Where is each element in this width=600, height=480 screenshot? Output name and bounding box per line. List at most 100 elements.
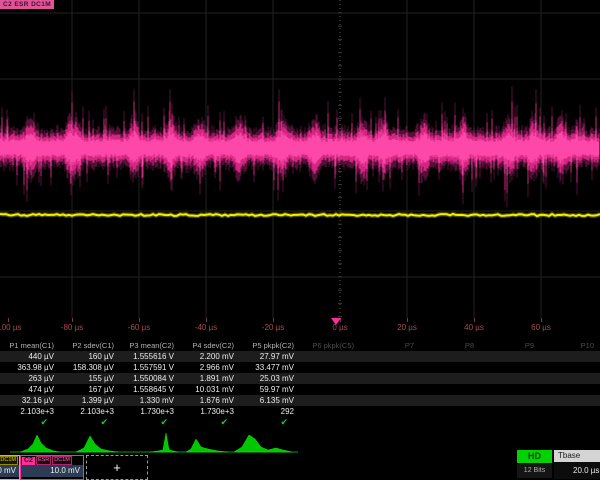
measure-value xyxy=(360,384,420,395)
trigger-marker-icon[interactable] xyxy=(331,318,341,325)
measure-value: 1.730e+3 xyxy=(180,406,240,417)
time-axis-label: -20 µs xyxy=(262,323,284,332)
measure-value xyxy=(360,406,420,417)
time-axis-label: -60 µs xyxy=(128,323,150,332)
measure-row: 263 µV155 µV1.550084 V1.891 mV25.03 mV xyxy=(0,373,600,384)
oscilloscope-screen: C2 ESR DC1M -100 µs-80 µs-60 µs-40 µs-20… xyxy=(0,0,600,480)
time-axis-label: 20 µs xyxy=(397,323,417,332)
measure-table: P1 mean(C1)P2 sdev(C1)P3 mean(C2)P4 sdev… xyxy=(0,340,600,428)
time-axis-tick xyxy=(8,318,9,322)
c2-coupling-badge: DC1M xyxy=(52,456,72,465)
measure-value xyxy=(420,384,480,395)
status-check-icon: ✔ xyxy=(240,417,300,428)
status-check-icon xyxy=(540,417,600,428)
measure-value xyxy=(540,362,600,373)
status-check-icon: ✔ xyxy=(60,417,120,428)
measure-value xyxy=(300,384,360,395)
measure-value xyxy=(480,351,540,362)
measure-row: 32.16 µV1.399 µV1.330 mV1.676 mV6.135 mV xyxy=(0,395,600,406)
measure-value: 292 xyxy=(240,406,300,417)
measure-value: 263 µV xyxy=(0,373,60,384)
c1-vdiv-value: 20.0 mV xyxy=(0,465,19,477)
measure-row: 2.103e+32.103e+31.730e+31.730e+3292 xyxy=(0,406,600,417)
measure-row: 474 µV167 µV1.558645 V10.031 mV59.97 mV xyxy=(0,384,600,395)
measure-header: P2 sdev(C1) xyxy=(60,340,120,351)
measure-header: P5 pkpk(C2) xyxy=(240,340,300,351)
measure-value: 6.135 mV xyxy=(240,395,300,406)
measure-value xyxy=(480,373,540,384)
measure-value xyxy=(540,351,600,362)
time-axis-label: -80 µs xyxy=(61,323,83,332)
measure-value: 1.730e+3 xyxy=(120,406,180,417)
measure-value: 1.557591 V xyxy=(120,362,180,373)
measure-value: 1.558645 V xyxy=(120,384,180,395)
measure-header: P4 sdev(C2) xyxy=(180,340,240,351)
measure-value xyxy=(480,362,540,373)
measure-value xyxy=(300,373,360,384)
measure-value xyxy=(540,373,600,384)
measure-value: 2.200 mV xyxy=(180,351,240,362)
measure-header: P1 mean(C1) xyxy=(0,340,60,351)
status-check-icon xyxy=(480,417,540,428)
measure-value: 158.308 µV xyxy=(60,362,120,373)
measure-value xyxy=(300,406,360,417)
measure-row: 363.98 µV158.308 µV1.557591 V2.966 mV33.… xyxy=(0,362,600,373)
tbase-value: 20.0 µs xyxy=(554,462,600,479)
bottom-bar: DC1M 20.0 mV C2 ESR DC1M 10.0 mV + HD 12… xyxy=(0,455,600,480)
time-axis-tick xyxy=(206,318,207,322)
measure-value: 10.031 mV xyxy=(180,384,240,395)
measure-value: 59.97 mV xyxy=(240,384,300,395)
measure-value xyxy=(480,395,540,406)
measure-value: 1.555616 V xyxy=(120,351,180,362)
measure-value xyxy=(420,395,480,406)
measure-value xyxy=(420,373,480,384)
channel-descriptor-c2[interactable]: C2 ESR DC1M 10.0 mV xyxy=(20,455,84,480)
measure-row: 440 µV160 µV1.555616 V2.200 mV27.97 mV xyxy=(0,351,600,362)
time-axis-label: 40 µs xyxy=(464,323,484,332)
timebase-descriptor[interactable]: Tbase 20.0 µs xyxy=(554,450,600,479)
measure-value: 474 µV xyxy=(0,384,60,395)
channel-descriptor-c1[interactable]: DC1M 20.0 mV xyxy=(0,455,20,480)
measure-value xyxy=(540,406,600,417)
measure-value: 1.891 mV xyxy=(180,373,240,384)
measure-value xyxy=(540,395,600,406)
measure-value: 440 µV xyxy=(0,351,60,362)
status-check-icon: ✔ xyxy=(180,417,240,428)
measure-value xyxy=(420,362,480,373)
measure-value xyxy=(480,406,540,417)
measure-value: 1.676 mV xyxy=(180,395,240,406)
time-axis-label: -40 µs xyxy=(195,323,217,332)
add-trace-button[interactable]: + xyxy=(86,455,148,480)
measure-value: 1.399 µV xyxy=(60,395,120,406)
measure-header-unused: P10 xyxy=(540,340,600,351)
measure-value: 155 µV xyxy=(60,373,120,384)
tbase-label: Tbase xyxy=(554,450,600,462)
measure-header-unused: P9 xyxy=(480,340,540,351)
plus-icon: + xyxy=(113,460,121,475)
time-axis-tick xyxy=(72,318,73,322)
waveform-graticule xyxy=(0,0,600,318)
measure-header-unused: P7 xyxy=(360,340,420,351)
c2-trace-label: C2 ESR DC1M xyxy=(0,0,54,9)
status-check-icon xyxy=(300,417,360,428)
c2-esr-badge: ESR xyxy=(36,456,51,465)
measure-value: 2.103e+3 xyxy=(60,406,120,417)
measure-value xyxy=(420,406,480,417)
measure-value xyxy=(360,373,420,384)
measure-value: 27.97 mV xyxy=(240,351,300,362)
c2-channel-badge: C2 xyxy=(22,457,35,465)
measure-value xyxy=(300,395,360,406)
status-check-icon xyxy=(360,417,420,428)
time-axis: -100 µs-80 µs-60 µs-40 µs-20 µs0 µs20 µs… xyxy=(0,318,600,340)
time-axis-tick xyxy=(474,318,475,322)
measure-value: 2.103e+3 xyxy=(0,406,60,417)
measure-status-row: ✔✔✔✔✔ xyxy=(0,417,600,428)
time-axis-tick xyxy=(407,318,408,322)
measure-value: 160 µV xyxy=(60,351,120,362)
measure-value: 1.550084 V xyxy=(120,373,180,384)
hd-badge[interactable]: HD xyxy=(517,450,552,463)
measure-value xyxy=(360,351,420,362)
measure-header-row: P1 mean(C1)P2 sdev(C1)P3 mean(C2)P4 sdev… xyxy=(0,340,600,351)
measure-value xyxy=(420,351,480,362)
measure-header-unused: P8 xyxy=(420,340,480,351)
